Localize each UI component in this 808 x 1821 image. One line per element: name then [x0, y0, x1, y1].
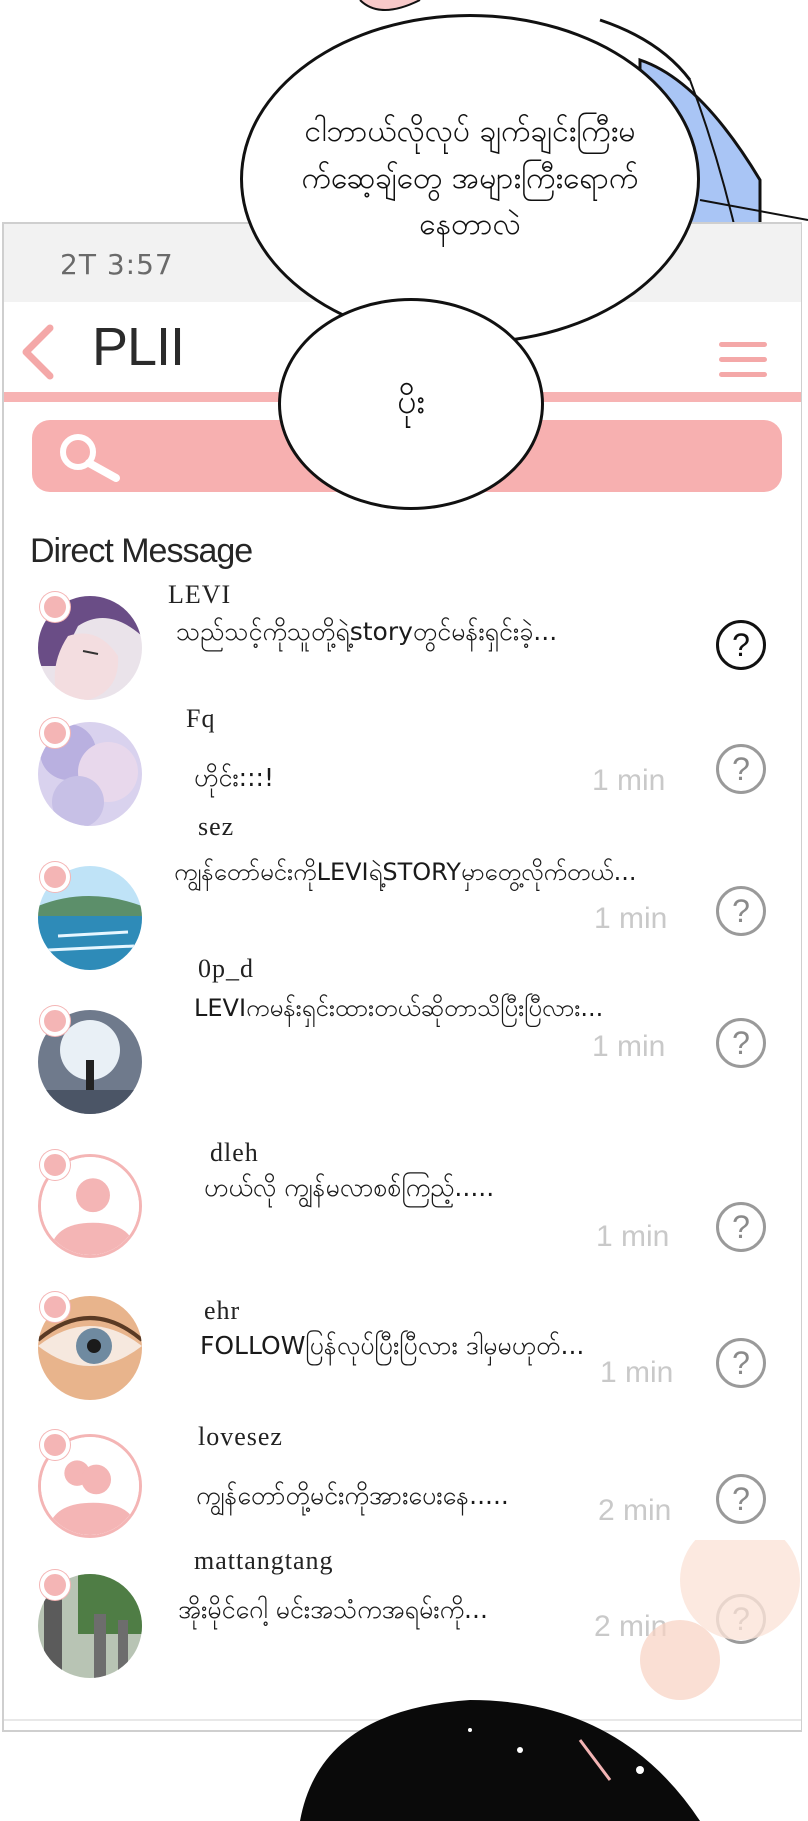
- unread-indicator: [40, 1150, 70, 1180]
- message-preview: ကျွန်တော်တို့မင်းကိုအားပေးနေ.....: [196, 1481, 509, 1510]
- speech-bubble-text: ငါဘာယ်လိုလုပ် ချက်ချင်းကြီးမက်ဆေ့ချ်တွေ …: [301, 114, 639, 243]
- sender-name: dleh: [210, 1138, 259, 1167]
- message-preview: သည်သင့်ကိုသူတို့ရဲ့storyတွင်မန်းရှင်းခဲ့…: [176, 617, 558, 646]
- message-time: 1 min: [592, 764, 666, 797]
- question-circle-icon[interactable]: ?: [716, 1018, 766, 1068]
- unread-indicator: [40, 862, 70, 892]
- message-preview: LEVIကမန်းရှင်းထားတယ်ဆိုတာသိပြီးပြီလား...: [194, 994, 604, 1022]
- question-circle-icon[interactable]: ?: [716, 744, 766, 794]
- message-time: 1 min: [596, 1220, 670, 1253]
- unread-indicator: [40, 592, 70, 622]
- sender-name: sez: [198, 812, 235, 841]
- question-circle-icon[interactable]: ?: [716, 1474, 766, 1524]
- list-item[interactable]: dleh ဟယ်လို ကျွန်မလာစစ်ကြည့်..... 1 min …: [4, 1138, 801, 1274]
- message-preview: ဟိုင်း:::!: [194, 763, 274, 792]
- message-time: 1 min: [594, 902, 668, 935]
- speech-bubble-middle: ပိုး: [278, 298, 544, 510]
- question-circle-icon[interactable]: ?: [716, 1338, 766, 1388]
- message-time: 1 min: [592, 1030, 666, 1063]
- sender-name: 0p_d: [198, 954, 254, 983]
- list-item[interactable]: Fq ဟိုင်း:::! 1 min ?: [4, 704, 801, 842]
- message-preview: ဟယ်လို ကျွန်မလာစစ်ကြည့်.....: [204, 1173, 495, 1202]
- unread-indicator: [40, 1430, 70, 1460]
- sender-name: LEVI: [168, 580, 232, 609]
- unread-indicator: [40, 718, 70, 748]
- question-circle-icon[interactable]: ?: [716, 886, 766, 936]
- question-circle-icon[interactable]: ?: [716, 620, 766, 670]
- sender-name: ehr: [204, 1296, 241, 1325]
- list-item[interactable]: sez ကျွန်တော်မင်းကိုLEVIရဲ့STORYမှာတွေ့လ…: [4, 812, 801, 986]
- speech-bubble-top: ငါဘာယ်လိုလုပ် ချက်ချင်းကြီးမက်ဆေ့ချ်တွေ …: [240, 14, 700, 344]
- message-preview: FOLLOWပြန်လုပ်ပြီးပြီလား ဒါမှမဟုတ်...: [200, 1331, 585, 1360]
- message-time: 1 min: [600, 1356, 674, 1389]
- unread-indicator: [40, 1292, 70, 1322]
- list-item[interactable]: 0p_d LEVIကမန်းရှင်းထားတယ်ဆိုတာသိပြီးပြီလ…: [4, 954, 801, 1130]
- message-time: 2 min: [598, 1494, 672, 1527]
- unread-indicator: [40, 1006, 70, 1036]
- comic-artwork-bottom: [300, 1540, 800, 1821]
- sender-name: Fq: [186, 704, 216, 733]
- question-circle-icon[interactable]: ?: [716, 1202, 766, 1252]
- list-item[interactable]: ehr FOLLOWပြန်လုပ်ပြီးပြီလား ဒါမှမဟုတ်..…: [4, 1286, 801, 1416]
- list-item[interactable]: lovesez ကျွန်တော်တို့မင်းကိုအားပေးနေ....…: [4, 1422, 801, 1554]
- speech-bubble-text: ပိုး: [396, 381, 426, 422]
- message-preview: ကျွန်တော်မင်းကိုLEVIရဲ့STORYမှာတွေ့လိုက်…: [174, 858, 637, 886]
- list-item[interactable]: LEVI သည်သင့်ကိုသူတို့ရဲ့storyတွင်မန်းရှင…: [4, 580, 801, 716]
- sender-name: lovesez: [198, 1422, 283, 1451]
